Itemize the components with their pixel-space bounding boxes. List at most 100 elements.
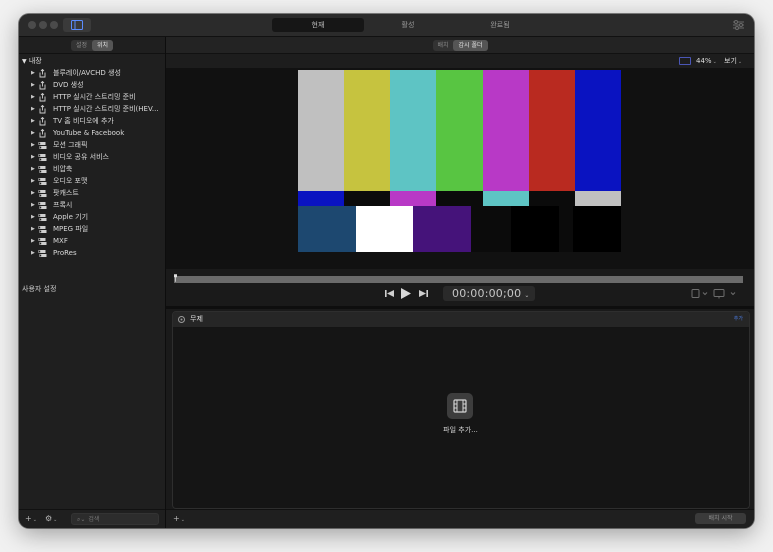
chevron-down-icon: ⌄ [32,517,37,523]
batch-add-button[interactable]: 추가 [734,312,743,327]
tree-item[interactable]: ▶ TV 홈 비디오에 추가 [19,115,165,127]
tree-item[interactable]: ▶ 블루레이/AVCHD 생성 [19,67,165,79]
add-batch-button[interactable]: +⌄ [173,513,185,526]
disclosure-closed-icon[interactable]: ▶ [31,175,35,187]
batch-watchfolder-segmented-control: 배치 감시 폴더 [433,40,488,51]
tab-completed[interactable]: 완료됨 [454,18,546,32]
color-bar [298,191,345,206]
close-window-button[interactable] [28,21,36,29]
action-menu-button[interactable]: ⚙⌄ [45,513,57,526]
tree-item[interactable]: ▶ HTTP 실시간 스트리밍 준비 [19,91,165,103]
playhead-icon[interactable] [174,273,177,283]
tab-active[interactable]: 활성 [362,18,454,32]
inspector-sliders-icon[interactable] [733,20,744,30]
batch-header: 무제 추가 [173,312,749,328]
disclosure-open-icon: ▼ [22,58,27,65]
disclosure-closed-icon[interactable]: ▶ [31,211,35,223]
pane-divider[interactable] [166,306,754,309]
color-bar [436,191,484,206]
batch-collapse-icon[interactable] [178,316,185,323]
tree-item[interactable]: ▶ 프록시 [19,199,165,211]
timecode-display[interactable]: 00:00:00;00 ⌄ [443,286,535,301]
left-sidebar: 설정 위치 ▼ 내장 ▶ 블루레이/AVCHD 생성 ▶ DVD 생성 ▶ HTTP 실시… [19,37,166,528]
disclosure-closed-icon[interactable]: ▶ [31,139,35,151]
preset-stack-icon [38,238,47,245]
disclosure-closed-icon[interactable]: ▶ [31,127,35,139]
disclosure-closed-icon[interactable]: ▶ [31,223,35,235]
share-icon [39,105,46,114]
play-icon[interactable] [400,288,411,299]
add-setting-button[interactable]: +⌄ [25,513,37,526]
share-icon [39,69,46,78]
tree-item-label: 팟캐스트 [53,189,79,197]
color-bar [344,70,391,191]
add-file-label[interactable]: 파일 추가... [403,425,518,435]
disclosure-closed-icon[interactable]: ▶ [31,67,35,79]
tree-item[interactable]: ▶ Apple 기기 [19,211,165,223]
tree-item[interactable]: ▶ YouTube & Facebook [19,127,165,139]
disclosure-closed-icon[interactable]: ▶ [31,103,35,115]
tree-item-label: YouTube & Facebook [53,129,125,137]
skip-back-icon[interactable] [385,289,394,298]
marker-and-display-icons[interactable] [691,288,741,300]
split-view-icon[interactable] [679,57,691,65]
color-bar [390,70,437,191]
batch-drop-area[interactable]: 파일 추가... [173,328,749,508]
segment-watch-folder[interactable]: 감시 폴더 [453,40,488,51]
color-bar [436,70,484,191]
main-area: 배치 감시 폴더 44%⌄ 보기⌄ 00:00:00;00 ⌄ 무제 추가 파일… [166,37,754,528]
preset-stack-icon [38,190,47,197]
tree-item-label: HTTP 실시간 스트리밍 준비(HEV... [53,105,159,113]
segment-settings[interactable]: 설정 [71,40,92,51]
segment-locations[interactable]: 위치 [92,40,113,51]
color-bar [413,206,471,252]
tree-item[interactable]: ▶ 비디오 공유 서비스 [19,151,165,163]
tree-item[interactable]: ▶ 비압축 [19,163,165,175]
disclosure-closed-icon[interactable]: ▶ [31,163,35,175]
disclosure-closed-icon[interactable]: ▶ [31,79,35,91]
chevron-down-icon: ⌄ [53,517,58,523]
tree-item[interactable]: ▶ 오디오 포맷 [19,175,165,187]
tree-group-label: 내장 [28,57,42,65]
view-label: 보기 [724,57,737,65]
disclosure-closed-icon[interactable]: ▶ [31,151,35,163]
view-popup[interactable]: 보기⌄ [724,55,742,68]
tree-item-label: 오디오 포맷 [53,177,88,185]
tree-group-custom[interactable]: 사용자 설정 [22,283,56,295]
tree-item[interactable]: ▶ 팟캐스트 [19,187,165,199]
tree-item[interactable]: ▶ MPEG 파일 [19,223,165,235]
tree-item[interactable]: ▶ MXF [19,235,165,247]
color-bar [528,191,576,206]
disclosure-closed-icon[interactable]: ▶ [31,199,35,211]
tree-item-label: 모션 그래픽 [53,141,88,149]
scrubber-bar[interactable] [174,276,743,283]
tree-item-label: 블루레이/AVCHD 생성 [53,69,121,77]
disclosure-closed-icon[interactable]: ▶ [31,115,35,127]
tab-current[interactable]: 현재 [272,18,364,32]
tree-item[interactable]: ▶ HTTP 실시간 스트리밍 준비(HEV... [19,103,165,115]
zoom-popup[interactable]: 44%⌄ [696,55,717,68]
preview-viewer[interactable] [166,69,754,269]
minimize-window-button[interactable] [39,21,47,29]
search-icon: ⌕⌄ [77,516,86,523]
start-batch-button[interactable]: 배치 시작 [695,513,746,524]
right-bottom-bar: +⌄ 배치 시작 [166,509,754,528]
disclosure-closed-icon[interactable]: ▶ [31,187,35,199]
tree-item[interactable]: ▶ ProRes [19,247,165,259]
skip-forward-icon[interactable] [419,289,428,298]
batch-panel: 무제 추가 파일 추가... [172,311,750,509]
zoom-window-button[interactable] [50,21,58,29]
tree-item[interactable]: ▶ 모션 그래픽 [19,139,165,151]
sidebar-toggle-button[interactable] [63,18,91,32]
disclosure-closed-icon[interactable]: ▶ [31,235,35,247]
add-file-button[interactable] [447,393,473,419]
disclosure-closed-icon[interactable]: ▶ [31,91,35,103]
preset-stack-icon [38,142,47,149]
gear-icon: ⚙ [45,514,53,523]
disclosure-closed-icon[interactable]: ▶ [31,247,35,259]
segment-batch[interactable]: 배치 [433,40,453,51]
tree-item-label: DVD 생성 [53,81,84,89]
tree-item[interactable]: ▶ DVD 생성 [19,79,165,91]
color-bar [298,70,345,191]
search-field[interactable]: ⌕⌄ 검색 [71,513,159,525]
